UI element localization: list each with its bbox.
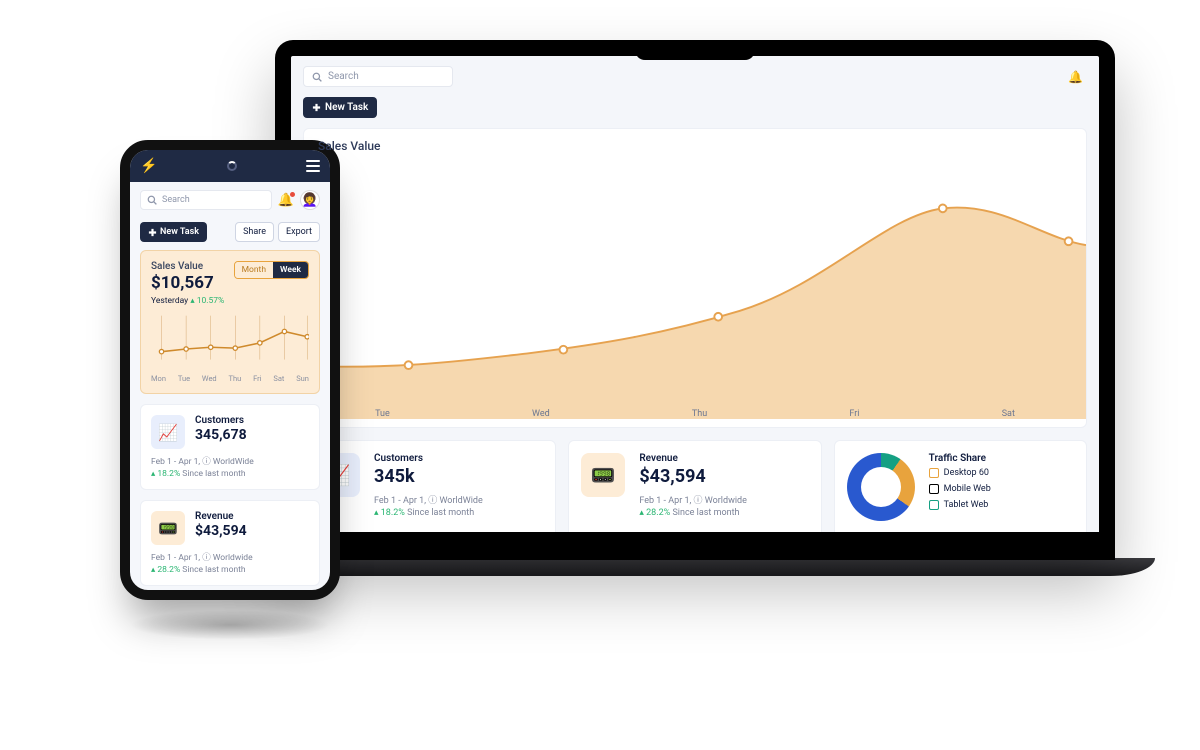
search-icon — [312, 72, 322, 82]
notification-dot — [290, 192, 295, 197]
revenue-meta: Feb 1 - Apr 1, ⓘ Worldwide — [151, 551, 309, 563]
search-input[interactable]: Search — [303, 66, 453, 87]
revenue-label: Revenue — [195, 511, 247, 522]
customers-growth: ▴ 18.2% Since last month — [374, 508, 543, 518]
traffic-share-card: Traffic Share Desktop 60 Mobile Web Tabl… — [834, 440, 1087, 550]
legend-tablet: Tablet Web — [944, 500, 989, 510]
customers-card: 📈 Customers 345k Feb 1 - Apr 1, ⓘ WorldW… — [303, 440, 556, 550]
bell-icon[interactable]: 🔔 — [1068, 70, 1083, 84]
sales-value-card: Sales Value $10,567 Yesterday ▴ 10.57% M… — [140, 250, 320, 394]
avatar[interactable]: 👩‍🦱 — [300, 190, 320, 210]
phone-navbar: ⚡ — [130, 150, 330, 182]
revenue-card: 📟 Revenue $43,594 Feb 1 - Apr 1, ⓘ World… — [568, 440, 821, 550]
hamburger-icon[interactable] — [306, 160, 320, 172]
toggle-week[interactable]: Week — [273, 262, 308, 278]
legend-swatch — [929, 468, 939, 478]
legend-swatch — [929, 500, 939, 510]
x-axis: Tue Wed Thu Fri Sat — [304, 409, 1086, 419]
x-axis: MonTueWedThuFriSatSun — [151, 374, 309, 383]
sales-value-chart-card: Sales Value Tue Wed Thu Fri Sat — [303, 128, 1087, 428]
new-task-button[interactable]: New Task — [140, 222, 207, 242]
traffic-legend: Desktop 60 Mobile Web Tablet Web — [929, 466, 1074, 510]
laptop-mock: Search 🔔 New Task Sales Value Tue — [235, 40, 1155, 576]
plus-icon — [148, 228, 157, 237]
export-button[interactable]: Export — [278, 222, 320, 242]
sales-value: $10,567 — [151, 273, 224, 293]
tick: Sat — [1002, 409, 1015, 419]
time-range-toggle[interactable]: Month Week — [234, 261, 309, 279]
legend-mobile: Mobile Web — [944, 484, 991, 494]
sales-line-chart — [304, 129, 1086, 419]
bell-icon[interactable]: 🔔 — [278, 193, 294, 208]
topbar: Search 🔔 — [303, 66, 1087, 87]
customers-meta: Feb 1 - Apr 1, ⓘ WorldWide — [374, 493, 543, 506]
customers-growth: ▴ 18.2% Since last month — [151, 469, 309, 479]
customers-meta: Feb 1 - Apr 1, ⓘ WorldWide — [151, 455, 309, 467]
tick: Fri — [849, 409, 859, 419]
sales-mini-chart — [151, 312, 309, 372]
toggle-month[interactable]: Month — [235, 262, 273, 278]
laptop-base — [235, 558, 1155, 576]
customers-icon: 📈 — [151, 415, 185, 449]
revenue-value: $43,594 — [639, 466, 808, 487]
sales-sub: Yesterday ▴ 10.57% — [151, 296, 224, 306]
phone-mock: ⚡ Search 🔔 👩‍🦱 New Task Share Export — [120, 140, 340, 600]
revenue-label: Revenue — [639, 453, 808, 464]
stat-cards-row: 📈 Customers 345k Feb 1 - Apr 1, ⓘ WorldW… — [303, 440, 1087, 550]
notch — [635, 46, 755, 60]
phone-shadow — [130, 610, 330, 640]
search-placeholder: Search — [328, 71, 359, 82]
new-task-label: New Task — [160, 227, 199, 237]
revenue-icon: 📟 — [151, 511, 185, 545]
legend-swatch — [929, 484, 939, 494]
plus-icon — [312, 103, 321, 112]
share-button[interactable]: Share — [235, 222, 274, 242]
customers-value: 345,678 — [195, 427, 247, 443]
chart-title: Sales Value — [318, 139, 380, 153]
traffic-donut — [847, 453, 915, 521]
customers-value: 345k — [374, 466, 543, 487]
search-icon — [147, 195, 157, 205]
revenue-growth: ▴ 28.2% Since last month — [151, 565, 309, 575]
revenue-meta: Feb 1 - Apr 1, ⓘ Worldwide — [639, 493, 808, 506]
spinner-icon — [227, 161, 237, 171]
bolt-icon: ⚡ — [140, 158, 157, 174]
search-placeholder: Search — [162, 195, 190, 205]
tick: Tue — [375, 409, 390, 419]
tick: Wed — [532, 409, 550, 419]
customers-label: Customers — [195, 415, 247, 426]
revenue-card: 📟 Revenue $43,594 Feb 1 - Apr 1, ⓘ World… — [140, 500, 320, 586]
traffic-label: Traffic Share — [929, 453, 1074, 464]
revenue-growth: ▴ 28.2% Since last month — [639, 508, 808, 518]
customers-card: 📈 Customers 345,678 Feb 1 - Apr 1, ⓘ Wor… — [140, 404, 320, 490]
legend-desktop: Desktop 60 — [944, 468, 989, 478]
new-task-button[interactable]: New Task — [303, 97, 377, 118]
laptop-screen: Search 🔔 New Task Sales Value Tue — [275, 40, 1115, 560]
customers-label: Customers — [374, 453, 543, 464]
search-input[interactable]: Search — [140, 190, 272, 210]
revenue-icon: 📟 — [581, 453, 625, 497]
phone-toolbar: Search 🔔 👩‍🦱 — [130, 182, 330, 218]
action-row: New Task Share Export — [130, 218, 330, 250]
new-task-label: New Task — [325, 102, 368, 113]
revenue-value: $43,594 — [195, 523, 247, 539]
sales-label: Sales Value — [151, 261, 224, 272]
tick: Thu — [692, 409, 707, 419]
